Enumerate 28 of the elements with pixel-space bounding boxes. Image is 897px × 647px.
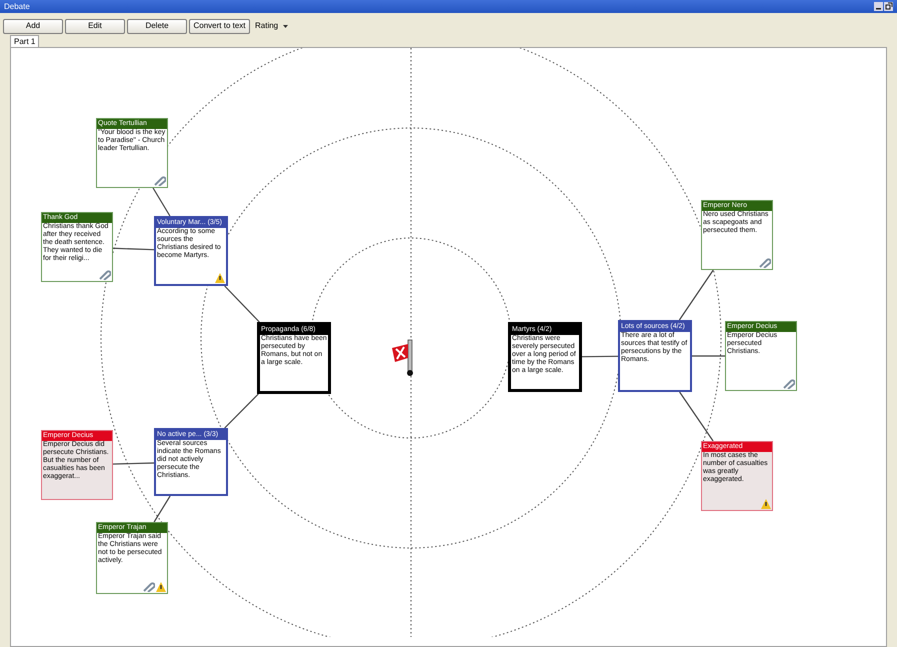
connector-line [679, 392, 714, 442]
tab[interactable]: Part 1 [10, 35, 40, 47]
connector-line [112, 462, 154, 465]
warning-icon [215, 273, 225, 283]
connector-line [678, 270, 714, 320]
connector-line [224, 286, 260, 322]
connector-line [154, 496, 171, 522]
toolbar-button[interactable]: Delete [127, 18, 187, 34]
toolbar-button[interactable]: Edit [65, 18, 125, 34]
paperclip-icon [783, 379, 795, 389]
paperclip-icon [759, 258, 771, 268]
minimize-icon[interactable] [874, 2, 883, 11]
connector-line [224, 394, 259, 428]
restore-icon[interactable] [884, 2, 893, 11]
warning-icon [761, 499, 771, 509]
toolbar-button[interactable]: Add [3, 18, 63, 34]
paperclip-icon [154, 176, 166, 186]
warning-icon [156, 582, 166, 592]
connector-line [692, 355, 725, 357]
paperclip-icon [99, 270, 111, 280]
connector-line [582, 356, 618, 358]
rating-dropdown[interactable]: Rating [252, 18, 292, 34]
connector-line [152, 188, 170, 216]
window-title: Debate [4, 0, 31, 12]
toolbar-button[interactable]: Convert to text [189, 18, 250, 34]
connector-line [112, 248, 154, 250]
paperclip-icon [143, 582, 155, 592]
caret-icon [283, 24, 288, 28]
